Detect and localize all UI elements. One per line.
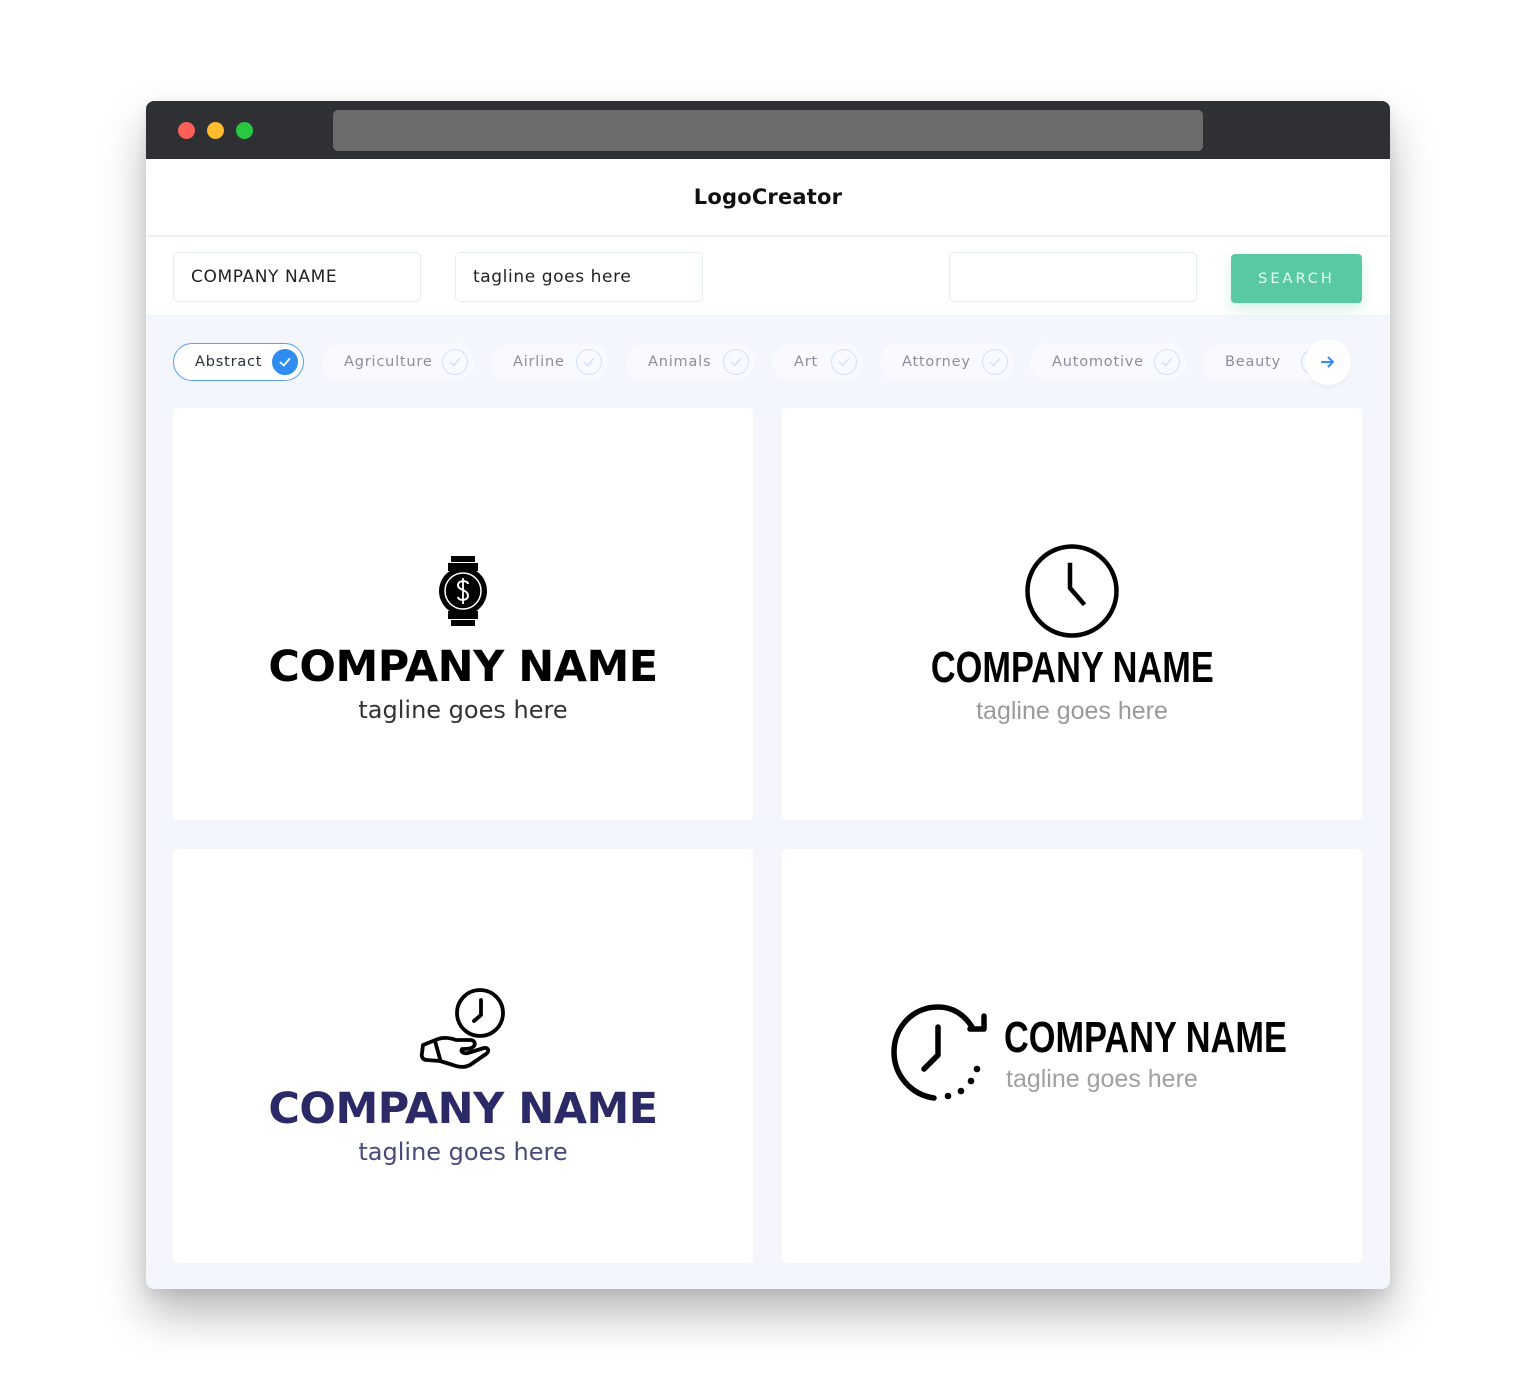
keyword-input[interactable] (949, 252, 1197, 302)
check-icon (442, 349, 468, 375)
check-icon (576, 349, 602, 375)
logo-card[interactable]: COMPANY NAME tagline goes here (173, 849, 753, 1263)
search-bar: COMPANY NAME tagline goes here SEARCH (146, 237, 1390, 315)
check-icon (982, 349, 1008, 375)
category-filter: Abstract Agriculture Airline Animals Art (173, 339, 1363, 385)
category-label: Beauty (1225, 354, 1282, 370)
category-chip-agriculture[interactable]: Agriculture (322, 343, 474, 381)
category-label: Attorney (902, 354, 971, 370)
check-icon (831, 349, 857, 375)
company-name-text: COMPANY NAME (930, 643, 1214, 692)
category-chip-attorney[interactable]: Attorney (880, 343, 1014, 381)
category-chip-automotive[interactable]: Automotive (1030, 343, 1186, 381)
maximize-window-button[interactable] (236, 122, 253, 139)
hand-clock-icon (419, 988, 505, 1069)
tagline-input[interactable]: tagline goes here (455, 252, 703, 302)
minimize-window-button[interactable] (207, 122, 224, 139)
app-header: LogoCreator (146, 159, 1390, 235)
tagline-text: tagline goes here (1006, 1065, 1198, 1093)
check-icon (723, 349, 749, 375)
clock-refresh-icon (891, 1004, 987, 1101)
category-label: Airline (513, 354, 565, 370)
category-label: Automotive (1052, 354, 1144, 370)
search-button[interactable]: SEARCH (1231, 254, 1362, 303)
company-name-text: COMPANY NAME (268, 1084, 658, 1134)
logo-card[interactable]: COMPANY NAME tagline goes here (173, 408, 753, 820)
browser-window: LogoCreator COMPANY NAME tagline goes he… (146, 101, 1390, 1289)
title-bar (146, 101, 1390, 159)
close-window-button[interactable] (178, 122, 195, 139)
next-categories-button[interactable] (1305, 339, 1351, 385)
company-name-text: COMPANY NAME (268, 642, 658, 692)
company-name-text: COMPANY NAME (1004, 1013, 1287, 1062)
category-chip-animals[interactable]: Animals (626, 343, 755, 381)
tagline-text: tagline goes here (358, 696, 568, 724)
category-label: Abstract (195, 354, 263, 370)
arrow-right-icon (1321, 356, 1334, 368)
logo-card[interactable]: COMPANY NAME tagline goes here (782, 849, 1362, 1263)
app-title: LogoCreator (693, 185, 843, 209)
category-label: Art (794, 354, 818, 370)
tagline-text: tagline goes here (358, 1138, 568, 1166)
category-label: Animals (648, 354, 712, 370)
category-chip-airline[interactable]: Airline (491, 343, 608, 381)
logo-card[interactable]: COMPANY NAME tagline goes here (782, 408, 1362, 820)
check-icon (1154, 349, 1180, 375)
category-chip-abstract[interactable]: Abstract (173, 343, 304, 381)
address-bar[interactable] (333, 110, 1203, 151)
company-name-input[interactable]: COMPANY NAME (173, 252, 421, 302)
check-icon (272, 349, 298, 375)
category-label: Agriculture (344, 354, 433, 370)
tagline-text: tagline goes here (976, 697, 1168, 725)
clock-icon (1025, 544, 1119, 638)
dollar-watch-icon (439, 556, 487, 626)
category-chip-art[interactable]: Art (772, 343, 863, 381)
